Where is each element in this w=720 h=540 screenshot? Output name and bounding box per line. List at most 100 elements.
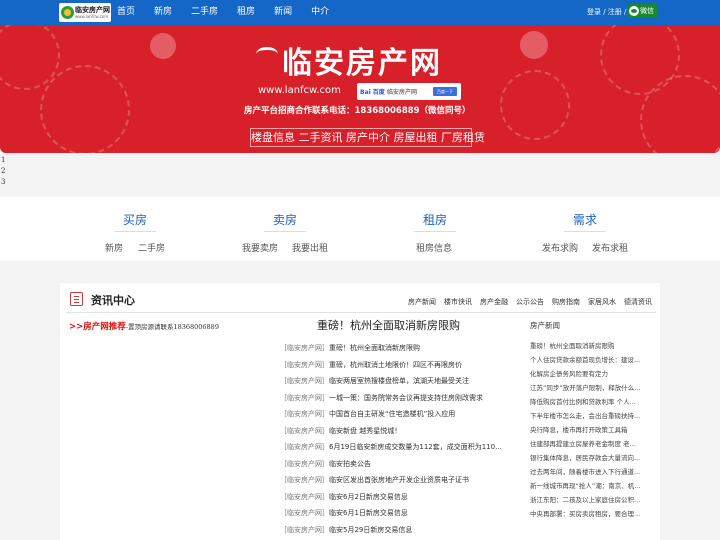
news-section-title: 资讯中心 bbox=[91, 294, 135, 307]
logo-url: www.lanfcw.com bbox=[75, 14, 109, 19]
banner-title: 临安房产网 bbox=[282, 46, 442, 81]
line-number: 1 bbox=[1, 156, 6, 164]
news-source: ［临安房产网］ bbox=[280, 344, 329, 352]
main-nav: 首页 新房 二手房 租房 新闻 中介 bbox=[117, 0, 348, 25]
side-news-item[interactable]: 新一线城市再现“抢人”潮：南京、机... bbox=[530, 479, 652, 493]
news-list-item[interactable]: ［临安房产网］临安两居室热搜楼盘榜单，滨湖天地最受关注 bbox=[280, 373, 530, 390]
hero-banner: 临安房产网 www.lanfcw.com Bai 百度 临安房产网 百度一下 房… bbox=[0, 25, 720, 153]
news-source: ［临安房产网］ bbox=[280, 377, 329, 385]
category-sell-title[interactable]: 卖房 bbox=[273, 211, 297, 228]
nav-new-house[interactable]: 新房 bbox=[154, 0, 172, 25]
banner-pattern bbox=[500, 70, 570, 140]
category-link-post-rent[interactable]: 发布求租 bbox=[592, 241, 628, 254]
news-list-item[interactable]: ［临安房产网］6月19日临安新房成交数量为112套，成交面积为110... bbox=[280, 439, 530, 456]
side-news-item[interactable]: 重磅！杭州全面取消新房限购 bbox=[530, 339, 652, 353]
baidu-search-button: 百度一下 bbox=[433, 87, 457, 96]
wechat-button[interactable]: 微信 bbox=[627, 4, 657, 18]
top-nav-bar: 临安房产网 www.lanfcw.com 首页 新房 二手房 租房 新闻 中介 … bbox=[0, 0, 720, 25]
news-list-item[interactable]: ［临安房产网］重磅，杭州取消土地限价！四区不再限房价 bbox=[280, 357, 530, 374]
tab-announcements[interactable]: 公示公告 bbox=[516, 297, 544, 307]
category-link-new-house[interactable]: 新房 bbox=[105, 241, 123, 254]
category-rent-title[interactable]: 租房 bbox=[423, 211, 447, 228]
news-list-item[interactable]: ［临安房产网］临安新盘 越秀星悦城！ bbox=[280, 423, 530, 440]
news-source: ［临安房产网］ bbox=[280, 443, 329, 451]
news-item-title: 重磅！杭州全面取消新房限购 bbox=[329, 344, 420, 352]
divider bbox=[114, 231, 156, 232]
news-list-item[interactable]: ［临安房产网］临安拍卖公告 bbox=[280, 456, 530, 473]
side-news-item[interactable]: 中央再部署：买房卖房租房，要合理... bbox=[530, 507, 652, 521]
divider bbox=[264, 231, 306, 232]
tab-home-fengshui[interactable]: 家居风水 bbox=[588, 297, 616, 307]
news-list-item[interactable]: ［临安房产网］临安6月2日新房交易信息 bbox=[280, 489, 530, 506]
side-news-item[interactable]: 过去两年间，随着楼市进入下行通道... bbox=[530, 465, 652, 479]
news-list-item[interactable]: ［临安房产网］中国首台自主研发“住宅造楼机”投入应用 bbox=[280, 406, 530, 423]
news-source: ［临安房产网］ bbox=[280, 476, 329, 484]
promo-label: 房产网推荐 bbox=[83, 322, 126, 332]
tab-finance[interactable]: 房产金融 bbox=[480, 297, 508, 307]
news-item-title: 6月19日临安新房成交数量为112套，成交面积为110... bbox=[329, 443, 502, 451]
news-item-title: 一城一策：国务院常务会议再提支持住房刚改需求 bbox=[329, 393, 483, 402]
news-list-item[interactable]: ［临安房产网］一城一策：国务院常务会议再提支持住房刚改需求 bbox=[280, 390, 530, 407]
promo-arrow: >> bbox=[69, 322, 84, 332]
news-item-title: 临安两居室热搜楼盘榜单，滨湖天地最受关注 bbox=[329, 377, 469, 385]
category-link-let[interactable]: 我要出租 bbox=[292, 241, 328, 254]
divider bbox=[66, 312, 656, 313]
side-news-item[interactable]: 江苏“同步”放开落户限制，释放什么... bbox=[530, 381, 652, 395]
category-buy-title[interactable]: 买房 bbox=[123, 211, 147, 228]
side-news-item[interactable]: 下半年楼市怎么走，会出台重磅扶持... bbox=[530, 409, 652, 423]
nav-second-hand[interactable]: 二手房 bbox=[191, 0, 218, 25]
news-item-title: 临安6月2日新房交易信息 bbox=[329, 492, 408, 501]
wechat-icon bbox=[629, 6, 639, 16]
news-item-title: 临安区发出首张房地产开发企业资质电子证书 bbox=[329, 476, 469, 484]
category-link-sell[interactable]: 我要卖房 bbox=[242, 241, 278, 254]
baidu-logo: Bai 百度 bbox=[360, 89, 385, 96]
news-source: ［临安房产网］ bbox=[280, 393, 329, 402]
news-item-title: 临安5月29日新房交易信息 bbox=[329, 525, 413, 534]
login-register-link[interactable]: 登录 / 注册 / bbox=[587, 7, 626, 17]
baidu-search-text: 临安房产网 bbox=[387, 89, 418, 96]
news-list-item[interactable]: ［临安房产网］重磅！杭州全面取消新房限购 bbox=[280, 340, 530, 357]
promo-text: -置顶房源请联系18368006889 bbox=[125, 323, 219, 331]
headline-link[interactable]: 重磅！杭州全面取消新房限购 bbox=[317, 317, 460, 333]
side-news-item[interactable]: 个人住房贷款余额首现负增长：建设... bbox=[530, 353, 652, 367]
news-source: ［临安房产网］ bbox=[280, 509, 329, 517]
logo-badge-icon bbox=[61, 6, 74, 19]
side-news-title: 房产新闻 bbox=[530, 321, 560, 330]
category-link-post-buy[interactable]: 发布求购 bbox=[542, 241, 578, 254]
side-news-item[interactable]: 浙江东阳：二孩及以上家庭住房公积... bbox=[530, 493, 652, 507]
category-link-second-hand[interactable]: 二手房 bbox=[138, 241, 165, 254]
banner-contact: 房产平台招商合作联系电话：18368006889（微信同号） bbox=[244, 106, 471, 116]
side-news-item[interactable]: 降低购房首付比例和贷款利率 个人... bbox=[530, 395, 652, 409]
news-item-title: 中国首台自主研发“住宅造楼机”投入应用 bbox=[329, 410, 456, 418]
side-news-item[interactable]: 住建部再提建立房屋养老金制度 老... bbox=[530, 437, 652, 451]
category-link-rent-info[interactable]: 租房信息 bbox=[416, 241, 452, 254]
divider bbox=[414, 231, 456, 232]
news-list-item[interactable]: ［临安房产网］临安6月1日新房交易信息 bbox=[280, 505, 530, 522]
baidu-search-card: Bai 百度 临安房产网 百度一下 bbox=[357, 83, 461, 100]
tab-buying-guide[interactable]: 购房指南 bbox=[552, 297, 580, 307]
news-list-item[interactable]: ［临安房产网］临安区发出首张房地产开发企业资质电子证书 bbox=[280, 472, 530, 489]
nav-home[interactable]: 首页 bbox=[117, 0, 135, 25]
tab-property-news[interactable]: 房产新闻 bbox=[408, 297, 436, 307]
category-demand-title[interactable]: 需求 bbox=[573, 211, 597, 228]
flower-ornament bbox=[150, 33, 176, 59]
nav-rent[interactable]: 租房 bbox=[237, 0, 255, 25]
promo-recommend[interactable]: >>房产网推荐-置顶房源请联系18368006889 bbox=[69, 320, 219, 332]
news-source: ［临安房产网］ bbox=[280, 492, 329, 501]
news-item-title: 临安拍卖公告 bbox=[329, 459, 371, 468]
flower-ornament bbox=[520, 31, 548, 59]
tab-market-flash[interactable]: 楼市快讯 bbox=[444, 297, 472, 307]
line-number: 2 bbox=[1, 167, 6, 175]
wechat-label: 微信 bbox=[640, 7, 654, 15]
side-news-item[interactable]: 央行降息，楼市再打开政策工具箱 bbox=[530, 423, 652, 437]
tab-deqing-news[interactable]: 德清资讯 bbox=[624, 297, 652, 307]
news-source: ［临安房产网］ bbox=[280, 459, 329, 468]
news-list-item[interactable]: ［临安房产网］临安5月29日新房交易信息 bbox=[280, 522, 530, 539]
site-logo[interactable]: 临安房产网 www.lanfcw.com bbox=[59, 3, 111, 22]
news-center: 资讯中心 房产新闻 楼市快讯 房产金融 公示公告 购房指南 家居风水 德清资讯 … bbox=[60, 283, 660, 540]
nav-agency[interactable]: 中介 bbox=[311, 0, 329, 25]
side-news-item[interactable]: 化解房企债务风险要有定力 bbox=[530, 367, 652, 381]
nav-news[interactable]: 新闻 bbox=[274, 0, 292, 25]
side-news-item[interactable]: 银行集体降息，居民存款会大量流向... bbox=[530, 451, 652, 465]
news-item-title: 重磅，杭州取消土地限价！四区不再限房价 bbox=[329, 360, 462, 369]
